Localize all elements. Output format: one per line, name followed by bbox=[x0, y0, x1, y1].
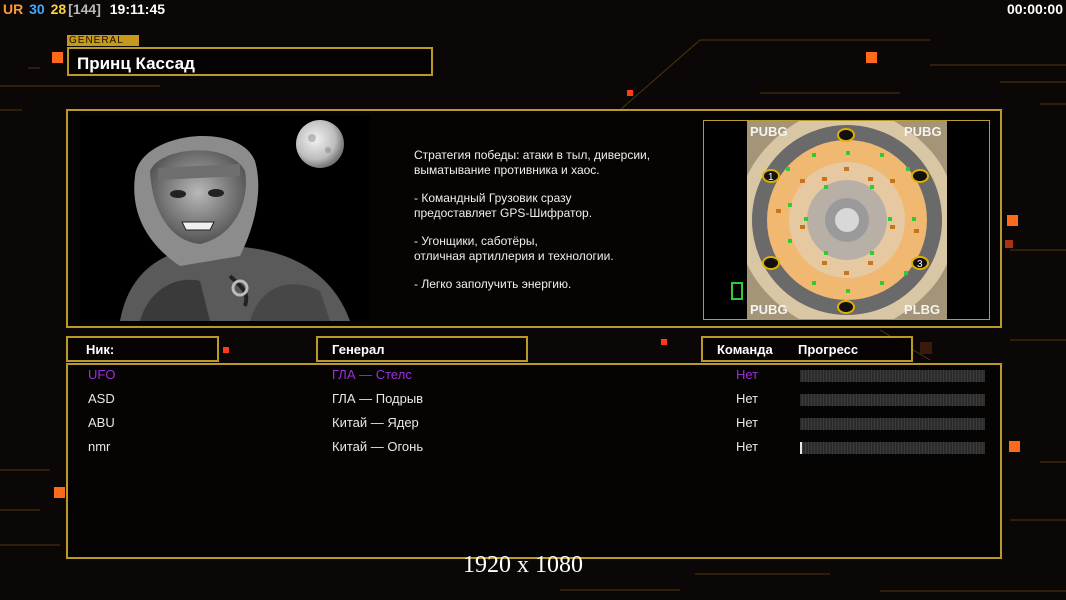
player-row[interactable]: UFO ГЛА — Стелс Нет bbox=[68, 367, 1000, 387]
minimap: PUBG PUBG PUBG PLBG 1 3 bbox=[704, 121, 989, 319]
description-paragraph: - Легко заполучить энергию. bbox=[414, 277, 572, 291]
player-general: ГЛА — Стелс bbox=[332, 367, 412, 382]
player-row[interactable]: ABU Китай — Ядер Нет bbox=[68, 415, 1000, 435]
player-list: UFO ГЛА — Стелс Нет ASD ГЛА — Подрыв Нет… bbox=[66, 363, 1002, 559]
map-corner-label: PUBG bbox=[750, 302, 788, 317]
hud-stat-c: [144] bbox=[68, 1, 101, 17]
hud-ur-label: UR bbox=[3, 1, 24, 17]
column-header-general: Генерал bbox=[316, 336, 528, 362]
general-name-box: Принц Кассад bbox=[67, 47, 433, 76]
player-row[interactable]: ASD ГЛА — Подрыв Нет bbox=[68, 391, 1000, 411]
player-nick: ASD bbox=[88, 391, 115, 406]
player-team: Нет bbox=[736, 415, 759, 430]
player-general: ГЛА — Подрыв bbox=[332, 391, 424, 406]
player-progress-bar bbox=[800, 370, 985, 382]
column-header-progress-label: Прогресс bbox=[798, 342, 859, 357]
player-row[interactable]: nmr Китай — Огонь Нет bbox=[68, 439, 1000, 459]
player-general: Китай — Огонь bbox=[332, 439, 424, 454]
general-tag: GENERAL bbox=[67, 35, 139, 46]
general-portrait bbox=[80, 116, 370, 321]
description-paragraph: Стратегия победы: атаки в тыл, диверсии,… bbox=[414, 148, 651, 177]
player-nick: nmr bbox=[88, 439, 111, 454]
start-position-label: 1 bbox=[768, 172, 774, 183]
player-nick: ABU bbox=[88, 415, 115, 430]
start-position-label: 3 bbox=[917, 259, 923, 270]
general-description: Стратегия победы: атаки в тыл, диверсии,… bbox=[414, 148, 694, 306]
player-progress-bar bbox=[800, 394, 985, 406]
player-team: Нет bbox=[736, 439, 759, 454]
hud-stat-b: 28 bbox=[50, 1, 67, 17]
player-team: Нет bbox=[736, 391, 759, 406]
map-preview[interactable]: PUBG PUBG PUBG PLBG 1 3 bbox=[703, 120, 990, 320]
player-team: Нет bbox=[736, 367, 759, 382]
hud-stat-a: 30 bbox=[29, 1, 45, 17]
hud-clock: 19:11:45 bbox=[109, 1, 166, 17]
player-nick: UFO bbox=[88, 367, 116, 382]
map-corner-label: PLBG bbox=[904, 302, 940, 317]
general-name: Принц Кассад bbox=[77, 54, 195, 73]
player-general: Китай — Ядер bbox=[332, 415, 419, 430]
portrait-image bbox=[80, 116, 370, 321]
map-corner-label: PUBG bbox=[750, 124, 788, 139]
player-progress-fill bbox=[800, 442, 802, 454]
column-header-general-label: Генерал bbox=[332, 342, 385, 357]
column-header-team-label: Команда bbox=[717, 342, 773, 357]
column-header-nick-label: Ник: bbox=[86, 342, 115, 357]
column-header-nick: Ник: bbox=[66, 336, 219, 362]
hud-stats: UR 30 28 [144] 19:11:45 bbox=[3, 1, 167, 17]
game-timer: 00:00:00 bbox=[1006, 1, 1063, 17]
resolution-overlay: 1920 x 1080 bbox=[463, 552, 583, 578]
description-paragraph: - Командный Грузовик сразу предоставляет… bbox=[414, 191, 593, 220]
description-paragraph: - Угонщики, саботёры, отличная артиллери… bbox=[414, 234, 614, 263]
map-corner-label: PUBG bbox=[904, 124, 942, 139]
column-header-team-progress: Команда Прогресс bbox=[701, 336, 913, 362]
player-progress-bar bbox=[800, 418, 985, 430]
player-progress-bar bbox=[800, 442, 985, 454]
